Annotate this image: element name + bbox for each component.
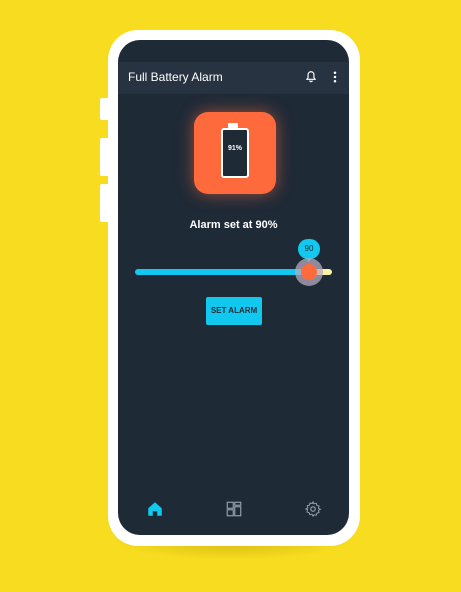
slider-value-bubble: 90 (298, 239, 320, 262)
set-alarm-button[interactable]: SET ALARM (206, 297, 262, 325)
app-title: Full Battery Alarm (128, 70, 223, 84)
dashboard-icon[interactable] (225, 500, 243, 518)
slider-thumb[interactable] (301, 264, 317, 280)
more-vert-icon[interactable] (331, 70, 339, 84)
alarm-label: Alarm set at 90% (189, 219, 278, 231)
bell-icon[interactable] (304, 70, 318, 84)
battery-level-text: 91% (227, 145, 242, 152)
home-icon[interactable] (146, 500, 164, 518)
slider-track-active[interactable] (135, 269, 308, 275)
settings-icon[interactable] (304, 500, 322, 518)
battery-app-icon: 91% (194, 112, 276, 194)
app-bar: Full Battery Alarm (118, 62, 349, 94)
battery-icon: 91% (221, 128, 249, 178)
app-screen: Full Battery Alarm 91% Alarm set at 90% … (118, 40, 349, 535)
